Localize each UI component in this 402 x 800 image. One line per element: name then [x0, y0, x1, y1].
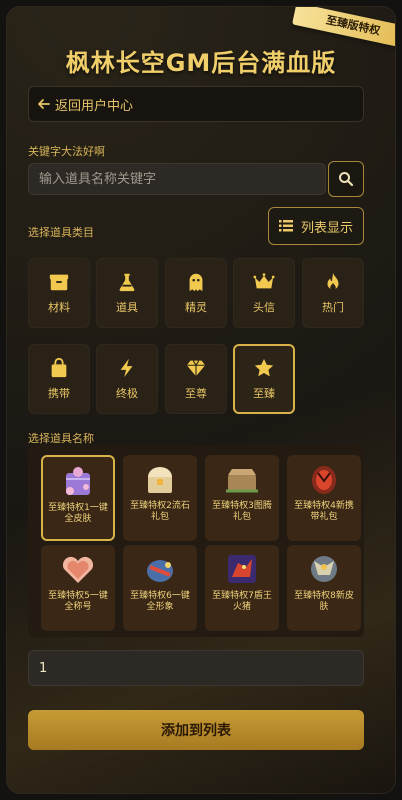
category-label-text: 携带 — [48, 387, 70, 400]
item-card[interactable]: 至臻特权5一键全称号 — [41, 545, 115, 631]
item-name: 至臻特权6一键全形象 — [130, 591, 190, 612]
skin-gift-icon — [66, 467, 90, 495]
heart-box-icon — [62, 556, 94, 583]
back-to-user-center-button[interactable]: 返回用户中心 — [28, 86, 364, 122]
item-name: 至臻特权4新携带礼包 — [294, 501, 354, 522]
category-materials[interactable]: 材料 — [28, 258, 90, 328]
list-view-button[interactable]: 列表显示 — [268, 207, 364, 245]
bag-icon — [51, 357, 67, 378]
item-card[interactable]: 至臻特权1一键全皮肤 — [41, 455, 115, 541]
item-name: 至臻特权5一键全称号 — [48, 591, 108, 612]
chest-icon — [148, 467, 172, 493]
item-card[interactable]: 至臻特权3图腾礼包 — [205, 455, 279, 541]
box-icon — [49, 274, 69, 291]
category-ultra[interactable]: 至臻 — [233, 344, 295, 414]
category-label-text: 道具 — [116, 301, 138, 314]
category-ultimate[interactable]: 终极 — [96, 344, 158, 414]
category-label-text: 终极 — [116, 387, 138, 400]
category-supreme[interactable]: 至尊 — [165, 344, 227, 414]
ghost-icon — [189, 273, 203, 292]
category-label-text: 头信 — [253, 301, 275, 314]
back-label: 返回用户中心 — [55, 98, 134, 114]
item-name: 至臻特权8新皮肤 — [294, 591, 354, 612]
fire-icon — [327, 272, 339, 291]
search-button[interactable] — [328, 161, 364, 197]
category-hot[interactable]: 热门 — [302, 258, 364, 328]
category-headers[interactable]: 头信 — [233, 258, 295, 328]
dragon-egg-icon — [312, 466, 336, 494]
star-icon — [254, 358, 274, 377]
item-card[interactable]: 至臻特权4新携带礼包 — [287, 455, 361, 541]
list-icon — [278, 220, 293, 232]
item-name: 至臻特权1一键全皮肤 — [48, 503, 108, 524]
search-icon — [339, 172, 354, 187]
item-name: 至臻特权7盾王火猪 — [212, 591, 272, 612]
fire-boar-icon — [228, 555, 256, 583]
category-label-text: 热门 — [322, 301, 344, 314]
category-label-text: 至臻 — [253, 387, 275, 400]
quantity-input[interactable] — [28, 650, 364, 686]
flask-icon — [119, 273, 135, 292]
item-card[interactable]: 至臻特权8新皮肤 — [287, 545, 361, 631]
category-label: 选择道具类目 — [28, 226, 94, 239]
page-title: 枫林长空GM后台满血版 — [65, 49, 337, 77]
item-card[interactable]: 至臻特权6一键全形象 — [123, 545, 197, 631]
category-props[interactable]: 道具 — [96, 258, 158, 328]
crown-icon — [253, 273, 275, 289]
item-card[interactable]: 至臻特权2流石礼包 — [123, 455, 197, 541]
category-label-text: 材料 — [48, 301, 70, 314]
totem-chest-icon — [226, 469, 258, 493]
item-grid: 至臻特权1一键全皮肤 至臻特权2流石礼包 至臻特权3图腾礼包 至臻特权4新携带礼… — [28, 445, 364, 637]
item-name: 至臻特权2流石礼包 — [130, 501, 190, 522]
category-label-text: 精灵 — [185, 301, 207, 314]
items-label: 选择道具名称 — [28, 432, 94, 445]
category-label-text: 至尊 — [185, 387, 207, 400]
category-carry[interactable]: 携带 — [28, 344, 90, 414]
item-card[interactable]: 至臻特权7盾王火猪 — [205, 545, 279, 631]
add-to-list-button[interactable]: 添加到列表 — [28, 710, 364, 750]
category-sprites[interactable]: 精灵 — [165, 258, 227, 328]
list-view-label: 列表显示 — [300, 220, 353, 236]
bolt-icon — [120, 358, 133, 378]
item-name: 至臻特权3图腾礼包 — [212, 501, 272, 522]
search-input[interactable] — [28, 163, 326, 195]
outfit-box-icon — [147, 560, 173, 582]
search-label: 关键字大法好啊 — [28, 145, 105, 158]
gem-icon — [186, 360, 206, 377]
new-skin-icon — [311, 556, 337, 582]
arrow-left-icon — [38, 99, 50, 109]
